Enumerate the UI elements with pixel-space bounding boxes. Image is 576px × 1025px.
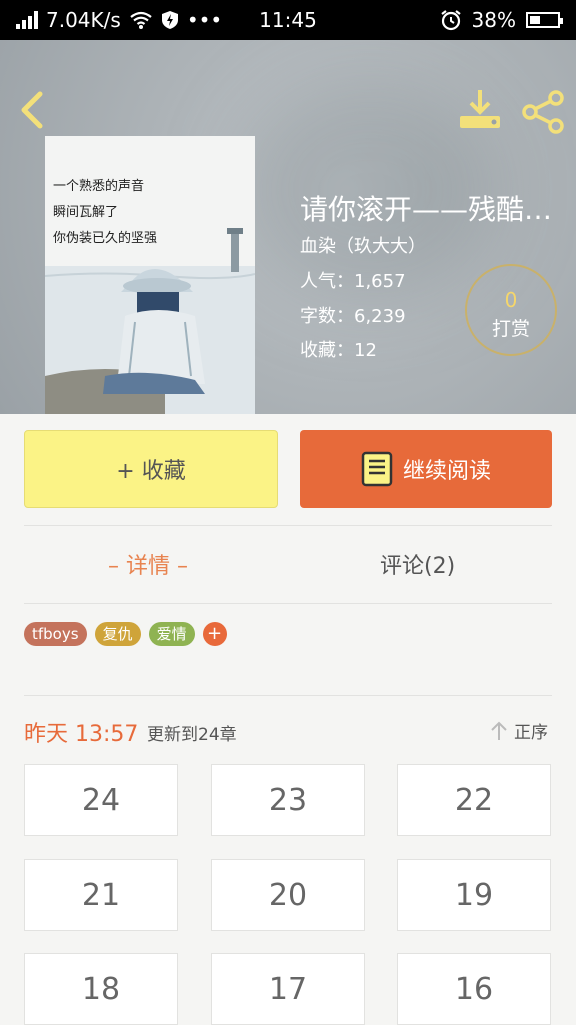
book-cover[interactable]: 一个熟悉的声音 瞬间瓦解了 你伪装已久的坚强 — [45, 136, 255, 414]
tab-comments[interactable]: 评论(2) — [380, 548, 455, 580]
continue-reading-label: 继续阅读 — [402, 459, 491, 484]
download-icon[interactable] — [456, 86, 504, 134]
status-bar: 7.04K/s ••• 11:45 38% — [0, 0, 576, 40]
tab-detail[interactable]: – 详情 – — [108, 548, 188, 580]
chapter-button[interactable]: 21 — [24, 859, 178, 931]
tip-button[interactable]: 0 打赏 — [465, 264, 557, 356]
chapter-button[interactable]: 24 — [24, 764, 178, 836]
tag-item[interactable]: 爱情 — [148, 622, 195, 646]
battery-icon — [526, 12, 563, 28]
chapter-button[interactable]: 23 — [211, 764, 365, 836]
add-tag-button[interactable]: + — [202, 622, 227, 646]
battery-percent: 38% — [471, 8, 516, 32]
tip-label: 打赏 — [491, 318, 530, 340]
chapter-button[interactable]: 16 — [397, 953, 551, 1025]
tag-item[interactable]: 复仇 — [94, 622, 141, 646]
book-icon — [361, 451, 393, 487]
tip-count: 0 — [504, 288, 518, 312]
tag-item[interactable]: tfboys — [24, 622, 87, 646]
chapter-button[interactable]: 19 — [397, 859, 551, 931]
cover-line-1: 一个熟悉的声音 — [53, 178, 144, 194]
collect-label: + 收藏 — [116, 459, 186, 484]
book-word-count: 字数：6,239 — [300, 306, 406, 327]
divider — [24, 695, 552, 696]
continue-reading-button[interactable]: 继续阅读 — [300, 430, 552, 508]
chapter-button[interactable]: 20 — [211, 859, 365, 931]
cover-line-3: 你伪装已久的坚强 — [53, 230, 157, 246]
divider — [24, 525, 552, 526]
share-icon[interactable] — [520, 88, 568, 136]
arrow-up-icon — [491, 721, 507, 740]
book-popularity: 人气：1,657 — [300, 271, 406, 292]
book-favorites: 收藏：12 — [300, 340, 377, 361]
cover-line-2: 瞬间瓦解了 — [53, 205, 118, 220]
chapter-button[interactable]: 22 — [397, 764, 551, 836]
divider — [24, 603, 552, 604]
back-icon[interactable] — [14, 88, 54, 132]
update-text: 更新到24章 — [147, 725, 237, 745]
alarm-icon — [440, 10, 461, 31]
sort-label: 正序 — [514, 723, 548, 743]
chapter-button[interactable]: 18 — [24, 953, 178, 1025]
tag-list: tfboys 复仇 爱情 + — [24, 622, 227, 646]
book-author[interactable]: 血染（玖大大） — [300, 232, 426, 258]
collect-button[interactable]: + 收藏 — [24, 430, 278, 508]
book-title: 请你滚开——残酷… — [300, 193, 553, 226]
book-header: 一个熟悉的声音 瞬间瓦解了 你伪装已久的坚强 请你滚开——残酷… 血染（玖大大）… — [0, 40, 576, 414]
update-time: 昨天 13:57 — [24, 722, 139, 747]
chapter-button[interactable]: 17 — [211, 953, 365, 1025]
sort-order-button[interactable]: 正序 — [490, 718, 548, 743]
